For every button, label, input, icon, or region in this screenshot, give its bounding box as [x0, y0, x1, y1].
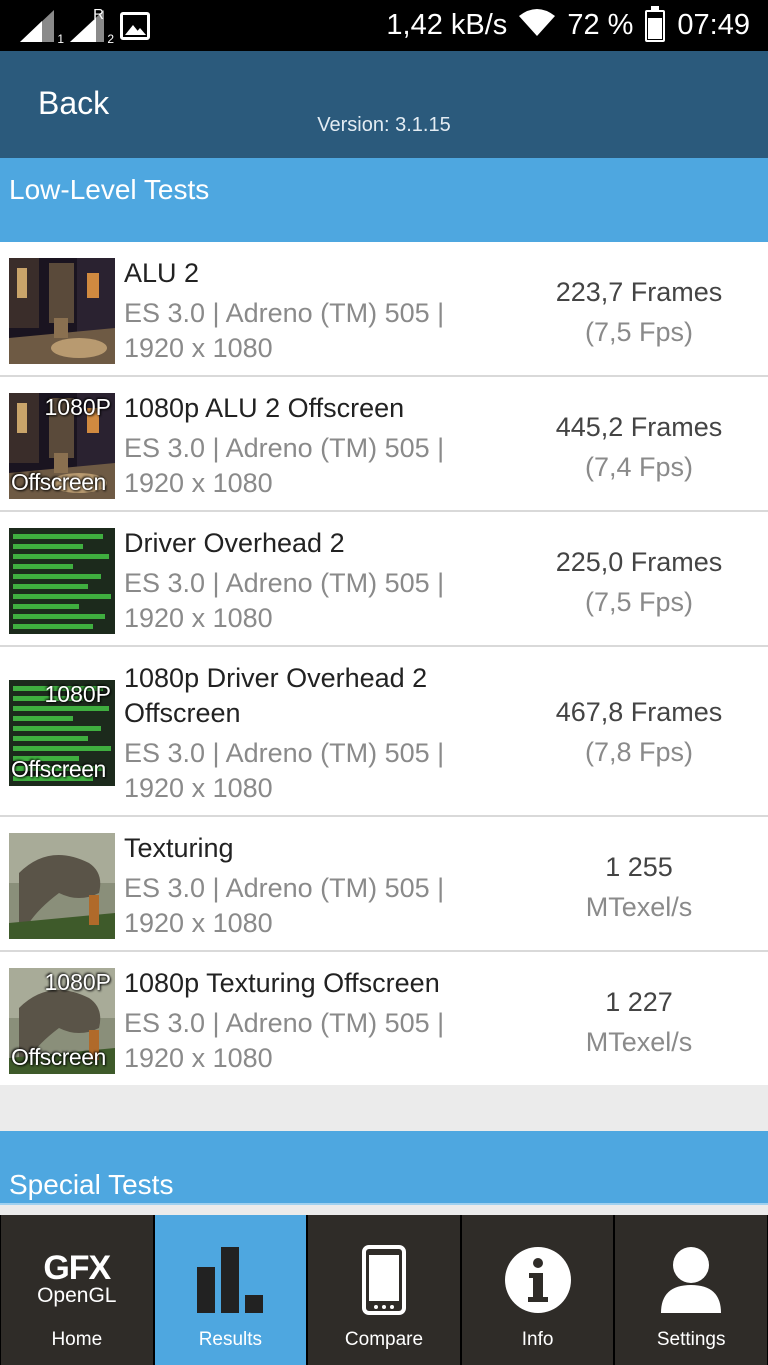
resolution-badge: 1080P: [44, 969, 111, 995]
test-thumbnail: 1080P Offscreen: [9, 393, 115, 499]
test-result: 223,7 Frames (7,5 Fps): [520, 272, 758, 352]
test-name: 1080p Driver Overhead 2 Offscreen: [124, 663, 428, 728]
roaming-indicator: R: [93, 6, 104, 23]
test-info: Texturing ES 3.0 | Adreno (TM) 505 | 1920…: [124, 831, 504, 941]
result-sub: MTexel/s: [585, 1027, 693, 1057]
status-right: 1,42 kB/s 72 % 07:49: [386, 0, 750, 51]
test-results-list: ALU 2 ES 3.0 | Adreno (TM) 505 | 1920 x 1…: [0, 242, 768, 1085]
test-result: 1 255 MTexel/s: [520, 847, 758, 927]
result-sub: MTexel/s: [585, 892, 693, 922]
test-description: ES 3.0 | Adreno (TM) 505 | 1920 x 1080: [124, 433, 445, 498]
nav-compare[interactable]: Compare: [307, 1215, 461, 1365]
version-label: Version: 3.1.15: [317, 114, 451, 136]
test-result: 445,2 Frames (7,4 Fps): [520, 407, 758, 487]
test-result: 467,8 Frames (7,8 Fps): [520, 692, 758, 772]
test-info: 1080p ALU 2 Offscreen ES 3.0 | Adreno (TM…: [124, 391, 504, 501]
sim2-index: 2: [107, 32, 114, 46]
result-main: 223,7 Frames: [555, 277, 723, 307]
test-thumbnail: 1080P Offscreen: [9, 968, 115, 1074]
resolution-badge: 1080P: [44, 394, 111, 420]
user-icon: [615, 1245, 767, 1315]
test-name: 1080p ALU 2 Offscreen: [124, 393, 405, 423]
test-description: ES 3.0 | Adreno (TM) 505 | 1920 x 1080: [124, 738, 445, 803]
battery-icon: [645, 5, 666, 42]
image-notification-icon: [120, 12, 150, 40]
result-main: 225,0 Frames: [555, 547, 723, 577]
test-info: 1080p Texturing Offscreen ES 3.0 | Adreno…: [124, 966, 504, 1076]
wifi-icon: [519, 8, 556, 44]
test-info: ALU 2 ES 3.0 | Adreno (TM) 505 | 1920 x 1…: [124, 256, 504, 366]
test-info: 1080p Driver Overhead 2 Offscreen ES 3.0 …: [124, 661, 504, 806]
nav-settings[interactable]: Settings: [614, 1215, 768, 1365]
section-header-low-level: Low-Level Tests: [0, 158, 768, 242]
nav-home[interactable]: GFX OpenGL Home: [0, 1215, 154, 1365]
result-sub: (7,8 Fps): [584, 737, 694, 767]
opengl-logo-text: OpenGL: [37, 1284, 117, 1307]
result-sub: (7,4 Fps): [584, 452, 694, 482]
resolution-badge: 1080P: [44, 681, 111, 707]
test-row[interactable]: ALU 2 ES 3.0 | Adreno (TM) 505 | 1920 x 1…: [0, 242, 768, 377]
test-name: ALU 2: [124, 258, 200, 288]
phone-icon: [308, 1245, 460, 1315]
test-thumbnail: [9, 258, 115, 364]
test-row[interactable]: 1080P Offscreen 1080p ALU 2 Offscreen ES 3.…: [0, 377, 768, 512]
signal-icon: 1: [20, 10, 64, 46]
bar-chart-icon: [155, 1245, 307, 1315]
offscreen-badge: Offscreen: [11, 1044, 106, 1070]
test-name: 1080p Texturing Offscreen: [124, 968, 440, 998]
nav-results[interactable]: Results: [153, 1215, 308, 1365]
battery-level-fill: [648, 18, 663, 39]
status-bar: 1 R 2 1,42 kB/s 72 % 07:49: [0, 0, 768, 51]
test-description: ES 3.0 | Adreno (TM) 505 | 1920 x 1080: [124, 298, 445, 363]
signal-roaming-icon: R 2: [70, 6, 114, 46]
nav-label: Home: [51, 1329, 103, 1350]
nav-label: Info: [521, 1329, 554, 1350]
result-main: 1 227: [605, 987, 673, 1017]
result-sub: (7,5 Fps): [584, 317, 694, 347]
test-thumbnail: 1080P Offscreen: [9, 680, 115, 786]
app-bar: Back Version: 3.1.15: [0, 51, 768, 158]
test-thumbnail: [9, 833, 115, 939]
bottom-navigation: GFX OpenGL Home Results Compare Info Set…: [0, 1215, 768, 1365]
nav-label: Settings: [656, 1329, 726, 1350]
test-row[interactable]: 1080P Offscreen 1080p Driver Overhead 2 Of…: [0, 647, 768, 817]
clock: 07:49: [677, 9, 750, 41]
nav-label: Compare: [344, 1329, 424, 1350]
result-main: 1 255: [605, 852, 673, 882]
test-description: ES 3.0 | Adreno (TM) 505 | 1920 x 1080: [124, 568, 445, 633]
test-thumbnail: [9, 528, 115, 634]
gfx-logo-icon: GFX OpenGL: [1, 1251, 153, 1307]
test-row[interactable]: Driver Overhead 2 ES 3.0 | Adreno (TM) 50…: [0, 512, 768, 647]
test-row[interactable]: 1080P Offscreen 1080p Texturing Offscreen E…: [0, 952, 768, 1085]
result-sub: (7,5 Fps): [584, 587, 694, 617]
test-name: Driver Overhead 2: [124, 528, 345, 558]
test-result: 225,0 Frames (7,5 Fps): [520, 542, 758, 622]
test-row[interactable]: Texturing ES 3.0 | Adreno (TM) 505 | 1920…: [0, 817, 768, 952]
nav-info[interactable]: Info: [460, 1215, 615, 1365]
sim1-index: 1: [57, 32, 64, 46]
section-title: Special Tests: [9, 1169, 174, 1200]
network-speed: 1,42 kB/s: [386, 9, 508, 41]
result-main: 445,2 Frames: [555, 412, 723, 442]
test-description: ES 3.0 | Adreno (TM) 505 | 1920 x 1080: [124, 1008, 445, 1073]
test-info: Driver Overhead 2 ES 3.0 | Adreno (TM) 50…: [124, 526, 504, 636]
nav-label: Results: [198, 1329, 263, 1350]
test-name: Texturing: [124, 833, 234, 863]
section-title: Low-Level Tests: [9, 174, 210, 205]
result-main: 467,8 Frames: [555, 697, 723, 727]
battery-percent: 72 %: [567, 9, 634, 41]
section-header-special: Special Tests: [0, 1131, 768, 1205]
offscreen-badge: Offscreen: [11, 756, 106, 782]
info-icon: [462, 1245, 614, 1315]
test-description: ES 3.0 | Adreno (TM) 505 | 1920 x 1080: [124, 873, 445, 938]
status-left-icons: 1 R 2: [20, 6, 150, 46]
test-result: 1 227 MTexel/s: [520, 982, 758, 1062]
offscreen-badge: Offscreen: [11, 469, 106, 495]
gfx-logo-text: GFX: [43, 1249, 111, 1287]
